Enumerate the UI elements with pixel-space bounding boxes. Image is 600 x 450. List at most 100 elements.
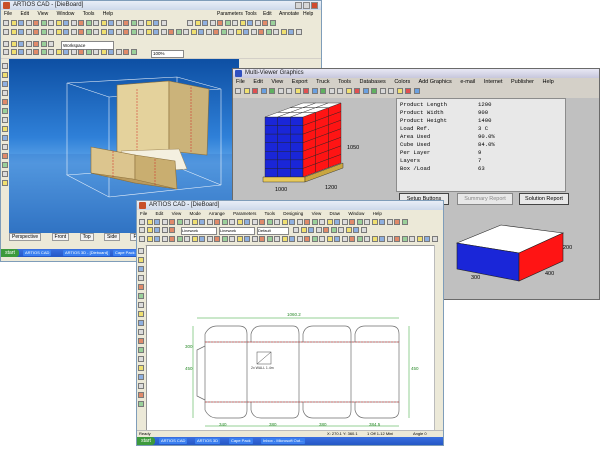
toolbar-button[interactable] <box>100 49 107 55</box>
maximize-button[interactable] <box>303 2 310 9</box>
toolbar-button[interactable] <box>354 88 360 94</box>
toolbar-button[interactable] <box>311 88 318 94</box>
toolbar-button[interactable] <box>364 236 370 242</box>
toolbar-button[interactable] <box>78 20 84 26</box>
toolbar-button[interactable] <box>3 49 9 55</box>
toolbar-button[interactable] <box>93 20 99 26</box>
toolbar-button[interactable] <box>85 29 92 35</box>
toolbar-button[interactable] <box>154 236 160 242</box>
toolbar-button[interactable] <box>260 88 267 94</box>
toolbar-button[interactable] <box>251 236 258 242</box>
toolbar-button[interactable] <box>48 20 54 26</box>
toolbar-button[interactable] <box>108 29 114 35</box>
toolbar-button[interactable] <box>229 236 235 242</box>
toolbar-button[interactable] <box>259 219 265 225</box>
tab-side[interactable]: Side <box>104 233 121 241</box>
side-tool-button[interactable] <box>2 162 8 168</box>
toolbar-button[interactable] <box>362 88 369 94</box>
side-tool-button[interactable] <box>2 135 8 141</box>
close-button[interactable] <box>311 2 318 9</box>
side-tool-button[interactable] <box>2 126 8 132</box>
toolbar-button[interactable] <box>175 29 182 35</box>
toolbar-button[interactable] <box>176 236 183 242</box>
menu-internet[interactable]: Internet <box>484 79 503 85</box>
toolbar-button[interactable] <box>18 20 24 26</box>
toolbar-button[interactable] <box>386 236 393 242</box>
toolbar-button[interactable] <box>146 219 153 225</box>
toolbar-button[interactable] <box>108 20 114 26</box>
toolbar-button[interactable] <box>289 219 295 225</box>
menu-right-help[interactable]: Help <box>303 10 313 18</box>
toolbar-button[interactable] <box>254 20 261 26</box>
side-tool-button[interactable] <box>138 329 144 335</box>
toolbar-button[interactable] <box>169 227 175 233</box>
toolbar-button[interactable] <box>85 20 92 26</box>
toolbar-button[interactable] <box>296 219 303 225</box>
toolbar-button[interactable] <box>123 20 129 26</box>
toolbar-button[interactable] <box>25 29 32 35</box>
toolbar-button[interactable] <box>269 88 275 94</box>
toolbar-button[interactable] <box>33 29 39 35</box>
toolbar-button[interactable] <box>199 219 205 225</box>
toolbar-button[interactable] <box>18 29 24 35</box>
toolbar-button[interactable] <box>304 219 310 225</box>
start-button[interactable]: start <box>1 249 19 257</box>
toolbar-button[interactable] <box>334 219 340 225</box>
side-tool-button[interactable] <box>138 248 144 254</box>
toolbar-button[interactable] <box>48 41 54 47</box>
side-tool-button[interactable] <box>138 320 144 326</box>
menu-view[interactable]: View <box>37 11 48 17</box>
menu-help[interactable]: Help <box>103 11 113 17</box>
tab-front[interactable]: Front <box>51 233 70 241</box>
toolbar-button[interactable] <box>235 29 242 35</box>
toolbar-button[interactable] <box>416 236 423 242</box>
toolbar-button[interactable] <box>206 219 213 225</box>
toolbar-button[interactable] <box>386 219 393 225</box>
menu-tools[interactable]: Tools <box>338 79 351 85</box>
toolbar-button[interactable] <box>364 219 370 225</box>
toolbar-button[interactable] <box>394 236 400 242</box>
toolbar-button[interactable] <box>63 49 69 55</box>
toolbar-button[interactable] <box>33 20 39 26</box>
toolbar-button[interactable] <box>304 236 310 242</box>
side-tool-button[interactable] <box>138 401 144 407</box>
toolbar-button[interactable] <box>146 227 153 233</box>
side-tool-button[interactable] <box>2 144 8 150</box>
toolbar-button[interactable] <box>244 236 250 242</box>
toolbar-button[interactable] <box>289 236 295 242</box>
task-artios-3d[interactable]: ARTIOS 3D - [Dieboard] <box>63 250 111 256</box>
toolbar-button[interactable] <box>100 20 107 26</box>
side-tool-button[interactable] <box>138 311 144 317</box>
style-field[interactable]: Default <box>257 227 289 235</box>
side-tool-button[interactable] <box>2 72 8 78</box>
toolbar-button[interactable] <box>239 20 246 26</box>
toolbar-button[interactable] <box>40 29 47 35</box>
toolbar-button[interactable] <box>330 227 337 233</box>
toolbar-button[interactable] <box>10 49 17 55</box>
toolbar-button[interactable] <box>85 49 92 55</box>
carton-titlebar[interactable]: ARTIOS CAD - [DieBoard] <box>137 201 443 210</box>
toolbar-button[interactable] <box>139 236 145 242</box>
toolbar-button[interactable] <box>153 20 159 26</box>
toolbar-button[interactable] <box>48 29 54 35</box>
toolbar-button[interactable] <box>160 20 167 26</box>
side-tool-button[interactable] <box>138 338 144 344</box>
task-inbox[interactable]: Inbox - Microsoft Out... <box>261 438 306 444</box>
toolbar-button[interactable] <box>93 29 99 35</box>
menu-colors[interactable]: Colors <box>394 79 410 85</box>
toolbar-button[interactable] <box>274 219 280 225</box>
toolbar-button[interactable] <box>265 29 272 35</box>
toolbar-button[interactable] <box>328 88 335 94</box>
toolbar-button[interactable] <box>55 29 62 35</box>
menu-publisher[interactable]: Publisher <box>511 79 534 85</box>
menu-export[interactable]: Export <box>292 79 308 85</box>
menu-annotate[interactable]: Annotate <box>279 10 299 18</box>
toolbar-button[interactable] <box>228 29 234 35</box>
toolbar-button[interactable] <box>379 236 385 242</box>
toolbar-button[interactable] <box>10 41 17 47</box>
side-tool-button[interactable] <box>2 90 8 96</box>
toolbar-button[interactable] <box>187 20 193 26</box>
toolbar-button[interactable] <box>334 236 340 242</box>
side-tool-button[interactable] <box>138 347 144 353</box>
toolbar-button[interactable] <box>323 227 329 233</box>
